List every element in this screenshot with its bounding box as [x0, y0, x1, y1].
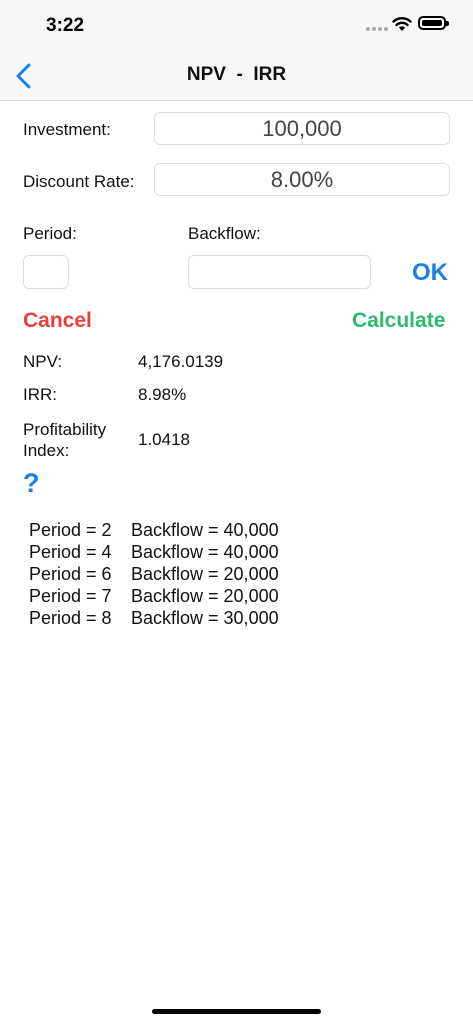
investment-field[interactable]: 100,000 [154, 112, 450, 145]
backflow-text: Backflow = 40,000 [131, 542, 279, 562]
ok-button[interactable]: OK [412, 259, 448, 287]
home-indicator[interactable] [152, 1009, 321, 1014]
period-input[interactable] [23, 255, 69, 289]
backflow-text: Backflow = 40,000 [131, 520, 279, 540]
npv-value: 4,176.0139 [138, 352, 224, 371]
profitability-index-label-line2: Index: [23, 441, 70, 460]
period-label: Period: [23, 224, 77, 243]
npv-label: NPV: [23, 352, 63, 371]
cancel-button[interactable]: Cancel [23, 309, 92, 333]
navigation-bar: NPV - IRR [0, 52, 473, 101]
profitability-index-label: Profitability Index: [23, 419, 106, 461]
list-item: Period = 7 Backflow = 20,000 [29, 585, 279, 607]
status-time: 3:22 [46, 15, 85, 36]
cellular-signal-icon [366, 27, 388, 33]
page-title: NPV - IRR [186, 64, 287, 85]
profitability-index-label-line1: Profitability [23, 420, 107, 439]
cashflow-list: Period = 2 Backflow = 40,000 Period = 4 Ba… [29, 519, 279, 629]
period-text: Period = 2 [29, 520, 112, 540]
irr-value: 8.98% [138, 385, 187, 404]
investment-label: Investment: [23, 120, 111, 139]
irr-label: IRR: [23, 385, 57, 404]
backflow-text: Backflow = 20,000 [131, 586, 279, 606]
status-bar: 3:22 [0, 0, 473, 52]
list-item: Period = 2 Backflow = 40,000 [29, 519, 279, 541]
battery-icon [418, 16, 449, 30]
list-item: Period = 8 Backflow = 30,000 [29, 607, 279, 629]
period-text: Period = 8 [29, 608, 112, 628]
list-item: Period = 4 Backflow = 40,000 [29, 541, 279, 563]
discount-rate-label: Discount Rate: [23, 172, 135, 191]
list-item: Period = 6 Backflow = 20,000 [29, 563, 279, 585]
discount-rate-field[interactable]: 8.00% [154, 163, 450, 196]
period-text: Period = 4 [29, 542, 112, 562]
backflow-label: Backflow: [188, 224, 261, 243]
wifi-icon [392, 17, 412, 31]
help-button[interactable]: ? [23, 468, 40, 499]
backflow-text: Backflow = 30,000 [131, 608, 279, 628]
profitability-index-value: 1.0418 [138, 430, 190, 449]
period-text: Period = 7 [29, 586, 112, 606]
period-text: Period = 6 [29, 564, 112, 584]
backflow-input[interactable] [188, 255, 371, 289]
calculate-button[interactable]: Calculate [352, 309, 445, 333]
backflow-text: Backflow = 20,000 [131, 564, 279, 584]
